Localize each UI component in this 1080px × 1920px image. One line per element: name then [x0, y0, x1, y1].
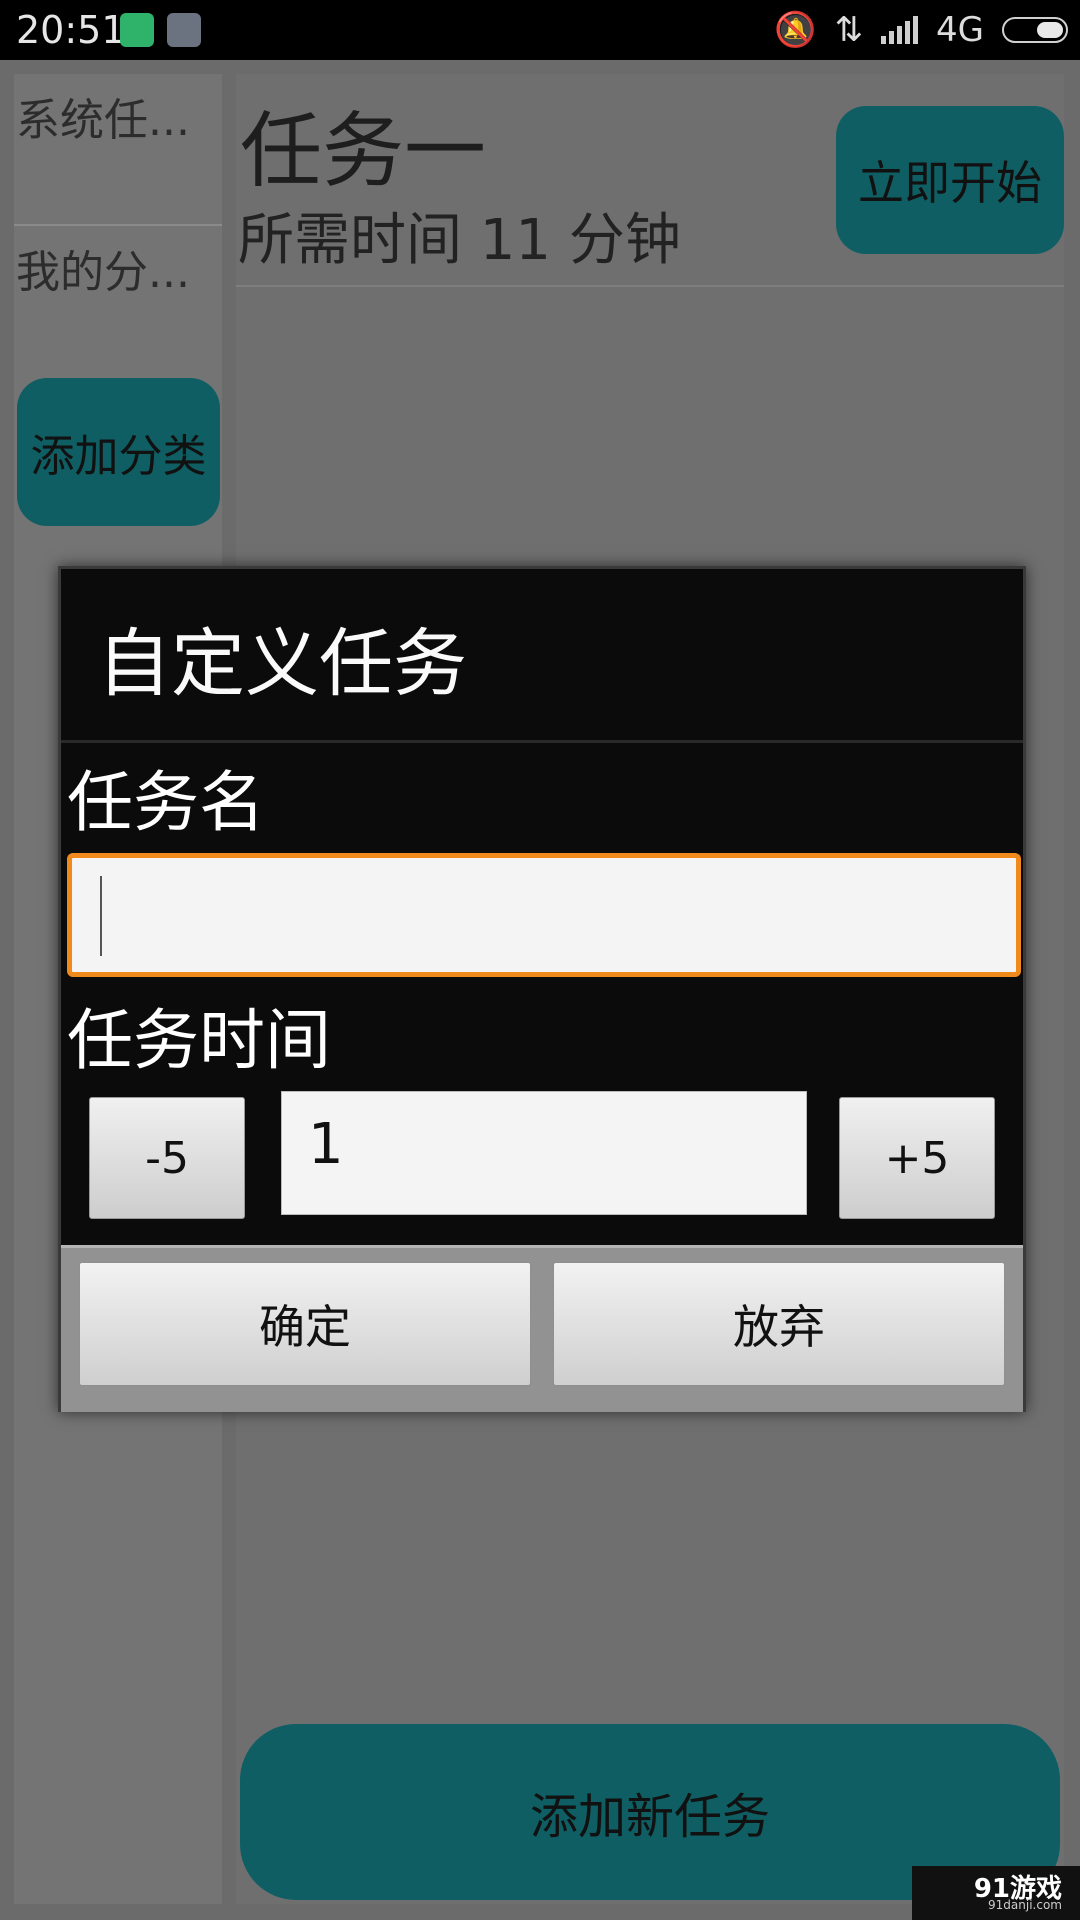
task-duration: 所需时间 11 分钟 — [238, 208, 681, 273]
battery-icon — [1002, 17, 1068, 43]
confirm-button[interactable]: 确定 — [79, 1262, 531, 1386]
task-time-input[interactable]: 1 — [281, 1091, 807, 1215]
status-bar: 20:51 🔕 ⇅ 4G — [0, 0, 1080, 60]
data-arrows-icon: ⇅ — [834, 10, 864, 50]
watermark-logo: 91游戏 91danji.com — [912, 1866, 1080, 1920]
minus-five-button[interactable]: -5 — [89, 1097, 245, 1219]
status-time: 20:51 — [16, 8, 126, 52]
watermark-sub: 91danji.com — [988, 1898, 1062, 1912]
task-divider — [236, 285, 1064, 287]
text-caret — [100, 876, 102, 956]
custom-task-dialog: 自定义任务 任务名 任务时间 -5 1 +5 确定 放弃 — [58, 566, 1026, 1412]
signal-icon — [881, 16, 919, 44]
category-item-system[interactable]: 系统任... — [14, 74, 222, 226]
category-item-mine[interactable]: 我的分... — [14, 226, 222, 376]
plus-five-button[interactable]: +5 — [839, 1097, 995, 1219]
network-type: 4G — [936, 10, 984, 50]
add-category-button[interactable]: 添加分类 — [17, 378, 220, 526]
task-title: 任务一 — [240, 104, 487, 199]
cancel-button[interactable]: 放弃 — [553, 1262, 1005, 1386]
task-name-label: 任务名 — [67, 764, 265, 841]
mute-bell-icon: 🔕 — [774, 10, 817, 50]
scissors-app-icon — [167, 13, 201, 47]
dialog-title: 自定义任务 — [97, 621, 467, 707]
task-name-input[interactable] — [67, 853, 1021, 977]
dialog-divider — [61, 740, 1023, 743]
category-label: 系统任... — [16, 95, 190, 146]
start-now-button[interactable]: 立即开始 — [836, 106, 1064, 254]
shield-app-icon — [120, 13, 154, 47]
category-label: 我的分... — [16, 247, 190, 298]
task-time-label: 任务时间 — [67, 1002, 331, 1079]
status-indicators: 🔕 ⇅ 4G — [774, 10, 1068, 50]
dialog-button-bar: 确定 放弃 — [61, 1245, 1023, 1412]
